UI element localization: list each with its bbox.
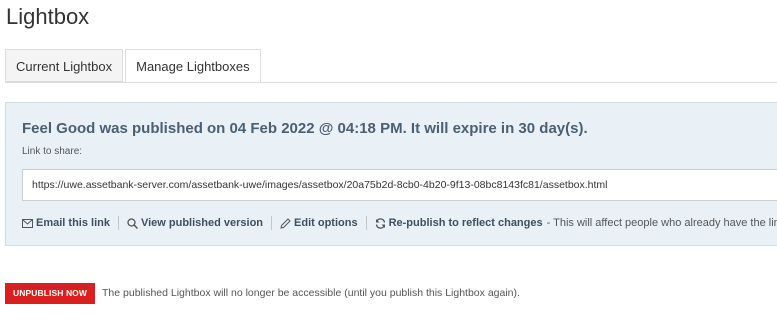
publish-status-heading: Feel Good was published on 04 Feb 2022 @…	[22, 120, 588, 137]
email-link-button[interactable]: Email this link	[22, 217, 110, 229]
view-published-button[interactable]: View published version	[127, 217, 263, 229]
refresh-icon	[375, 217, 385, 229]
edit-options-label: Edit options	[294, 217, 358, 229]
tab-manage-lightboxes[interactable]: Manage Lightboxes	[125, 49, 261, 83]
republish-button[interactable]: Re-publish to reflect changes	[375, 217, 543, 229]
action-separator	[117, 216, 119, 230]
tab-current-lightbox[interactable]: Current Lightbox	[5, 49, 124, 82]
action-separator	[365, 216, 367, 230]
action-separator	[271, 216, 273, 230]
republish-label: Re-publish to reflect changes	[388, 217, 543, 229]
search-icon	[127, 217, 138, 229]
envelope-icon	[22, 218, 33, 228]
share-link-label: Link to share:	[22, 146, 83, 157]
page-title: Lightbox	[6, 4, 90, 29]
tab-divider	[5, 82, 777, 83]
unpublish-button[interactable]: UNPUBLISH NOW	[5, 283, 96, 304]
pencil-icon	[280, 217, 291, 229]
tab-bar: Current Lightbox Manage Lightboxes	[5, 49, 263, 83]
edit-options-button[interactable]: Edit options	[280, 217, 358, 229]
view-published-label: View published version	[140, 217, 264, 229]
publish-actions: Email this link View published version E…	[22, 214, 777, 232]
publish-info-panel: Feel Good was published on 04 Feb 2022 @…	[5, 102, 777, 246]
republish-note: - This will affect people who already ha…	[546, 217, 777, 229]
page: Lightbox Current Lightbox Manage Lightbo…	[0, 0, 777, 321]
email-link-label: Email this link	[36, 217, 110, 229]
share-link-field[interactable]	[22, 169, 777, 201]
unpublish-note: The published Lightbox will no longer be…	[102, 287, 520, 299]
